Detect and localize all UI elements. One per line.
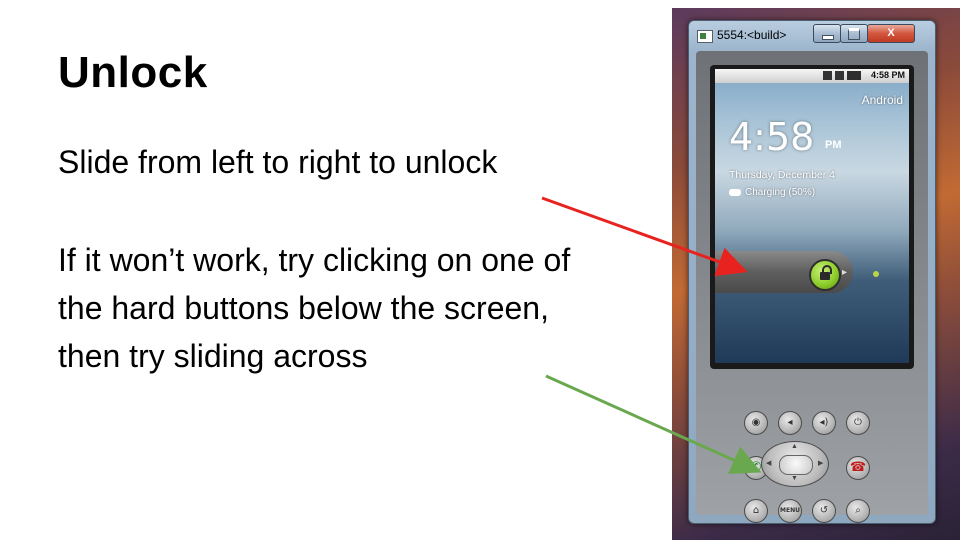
device-body: 4:58 PM Android 4:58 PM Thursday, Decemb… — [696, 51, 928, 523]
search-icon[interactable]: ⌕ — [846, 499, 870, 523]
minimize-button[interactable] — [813, 24, 841, 43]
unlock-icon[interactable] — [809, 259, 841, 291]
window-titlebar[interactable]: 5554:<build> X — [689, 21, 935, 49]
lock-screen[interactable]: 4:58 PM Android 4:58 PM Thursday, Decemb… — [715, 69, 909, 363]
window-title: 5554:<build> — [717, 28, 787, 42]
troubleshoot-text: If it won’t work, try clicking on one of… — [58, 242, 571, 374]
emulator-app-icon — [697, 30, 713, 43]
menu-button[interactable]: MENU — [778, 499, 802, 523]
battery-icon — [847, 71, 861, 80]
home-icon[interactable]: ⌂ — [744, 499, 768, 523]
dpad-center-button[interactable] — [779, 455, 813, 475]
emulator-window: 5554:<build> X 4:58 PM Android 4:58 PM T… — [688, 20, 936, 524]
charging-status: Charging (50%) — [745, 187, 816, 198]
carrier-label: Android — [861, 93, 903, 107]
dpad-right-icon[interactable]: ▶ — [818, 459, 823, 467]
slider-arrow-icon: ▸ — [842, 267, 848, 278]
lock-date: Thursday, December 4 — [729, 169, 836, 181]
slide-title: Unlock — [58, 48, 208, 97]
usb-icon — [823, 71, 832, 80]
status-bar: 4:58 PM — [715, 69, 909, 83]
slider-target-dot — [873, 271, 879, 277]
charging-icon — [729, 189, 741, 196]
clock-ampm: PM — [825, 139, 842, 151]
close-button[interactable]: X — [867, 24, 915, 43]
maximize-button[interactable] — [840, 24, 868, 43]
dpad-up-icon[interactable]: ▲ — [791, 443, 798, 450]
status-time: 4:58 PM — [870, 70, 905, 80]
power-icon[interactable]: ⏻ — [846, 411, 870, 435]
lock-clock: 4:58 — [729, 115, 815, 159]
screen-bezel: 4:58 PM Android 4:58 PM Thursday, Decemb… — [710, 65, 914, 369]
volume-up-icon[interactable]: ◂) — [812, 411, 836, 435]
signal-icon — [835, 71, 844, 80]
camera-icon[interactable]: ◉ — [744, 411, 768, 435]
back-icon[interactable]: ↺ — [812, 499, 836, 523]
dpad-down-icon[interactable]: ▼ — [791, 475, 798, 482]
end-call-icon[interactable]: ☎ — [846, 456, 870, 480]
dpad-left-icon[interactable]: ◀ — [766, 459, 771, 467]
instruction-text: Slide from left to right to unlock — [58, 144, 498, 180]
dpad[interactable]: ▲ ▼ ◀ ▶ — [761, 441, 829, 487]
volume-down-icon[interactable]: ◂ — [778, 411, 802, 435]
